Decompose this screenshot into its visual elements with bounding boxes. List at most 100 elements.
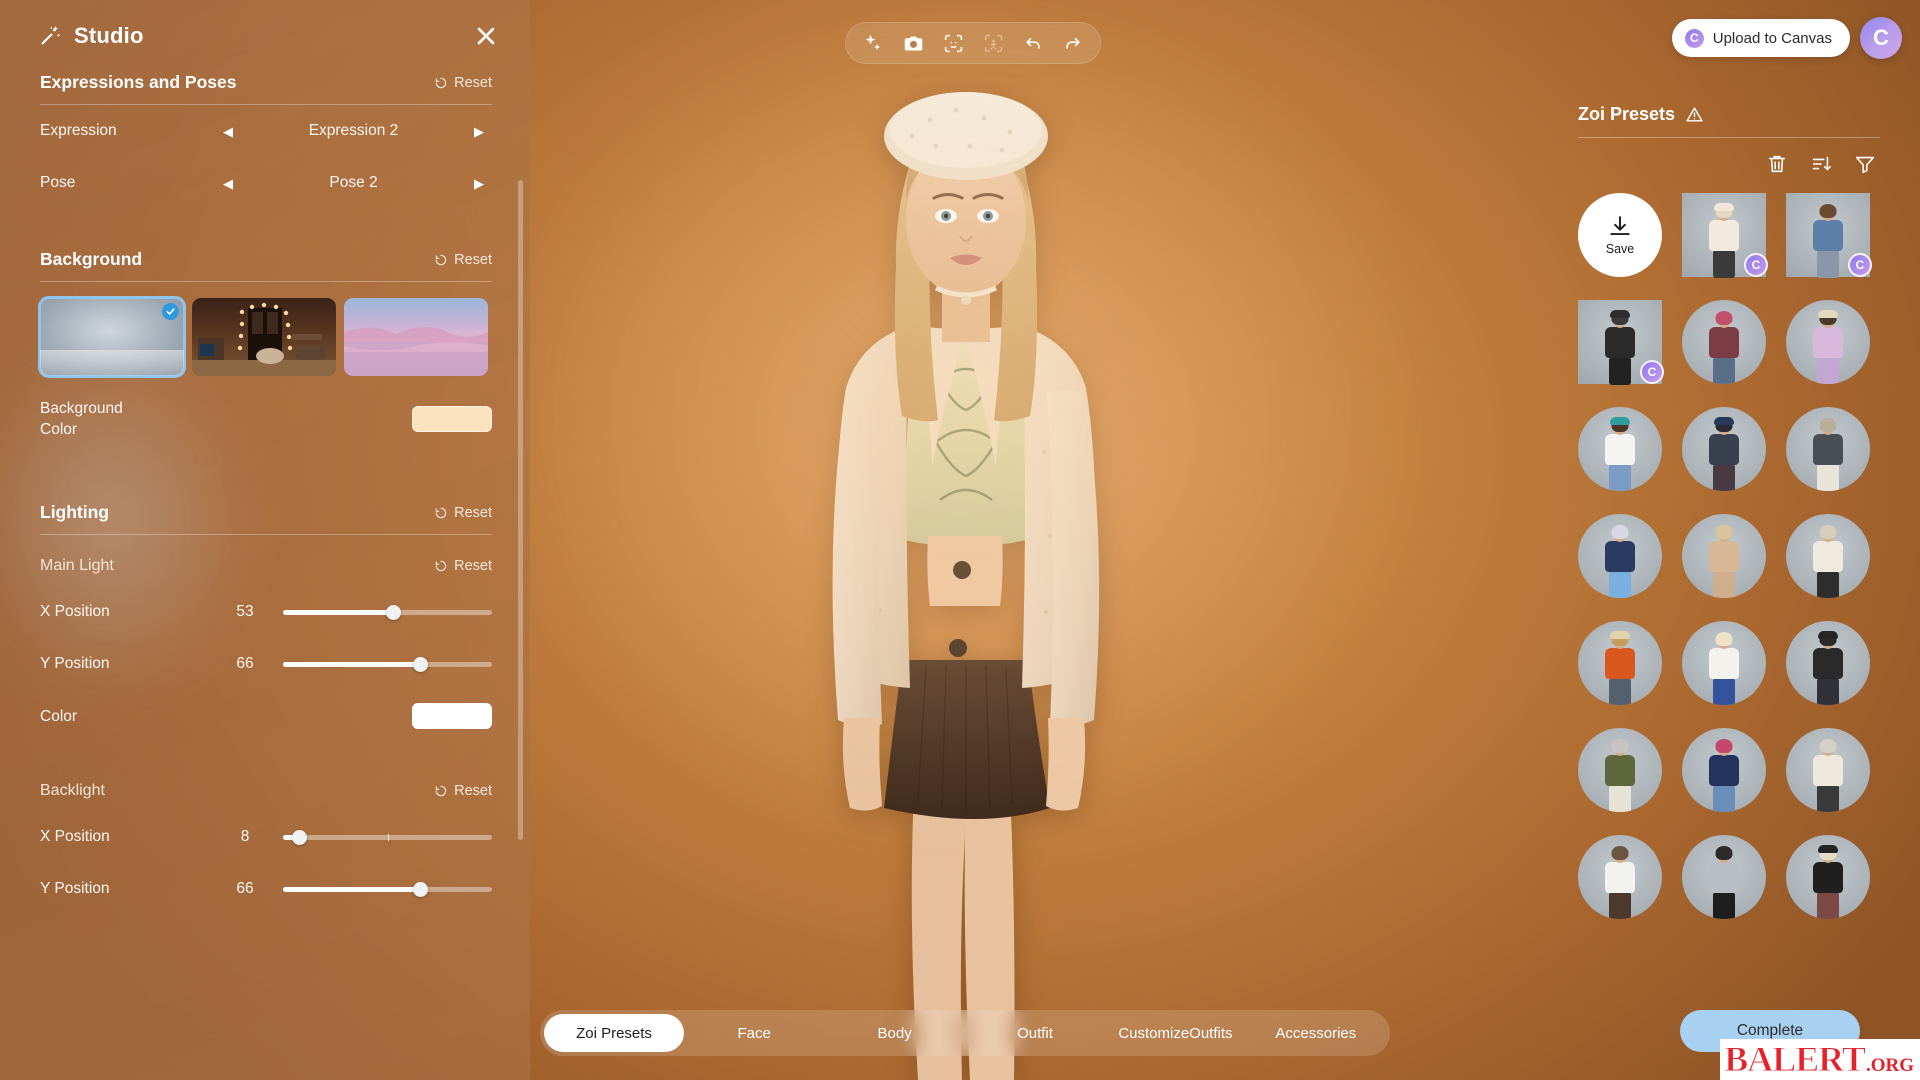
tab-outfit[interactable]: Outfit (965, 1014, 1105, 1052)
preset-white-cardigan-skirt[interactable] (1682, 621, 1766, 705)
tab-zoi-presets[interactable]: Zoi Presets (544, 1014, 684, 1052)
reset-backlight-button[interactable]: Reset (434, 783, 492, 799)
preset-black-top-cap[interactable] (1786, 835, 1870, 919)
complete-button[interactable]: Complete (1680, 1010, 1860, 1052)
expression-prev-button[interactable]: ◀ (215, 125, 241, 138)
background-color-swatch[interactable] (412, 406, 492, 432)
bottom-tab-bar: Zoi Presets Face Body Outfit Customize Outfit… (540, 1010, 1390, 1056)
upload-to-canvas-label: Upload to Canvas (1712, 29, 1832, 47)
preset-beige-knit-dress[interactable] (1682, 514, 1766, 598)
backlight-y-slider[interactable] (283, 881, 492, 897)
preset-blue-shorts-jacket[interactable] (1578, 514, 1662, 598)
save-preset-button[interactable]: Save (1578, 193, 1662, 277)
background-color-label: Background Color (40, 400, 123, 438)
section-lighting: Lighting Reset (40, 502, 492, 535)
main-light-x-slider-knob[interactable] (386, 604, 402, 620)
upload-to-canvas-button[interactable]: C Upload to Canvas (1671, 19, 1850, 57)
preset-figure (1593, 417, 1647, 491)
expression-label: Expression (40, 122, 117, 139)
preset-thumbnail (1682, 728, 1766, 812)
preset-silver-jacket-crop[interactable] (1682, 835, 1766, 919)
preset-white-tweed-beret[interactable]: C (1682, 193, 1768, 278)
tab-accessories[interactable]: Accessories (1246, 1014, 1386, 1052)
reset-icon (435, 785, 447, 797)
main-light-x-value: 53 (236, 603, 254, 620)
backlight-x-slider-knob[interactable] (292, 829, 308, 845)
canvas-badge-icon: C (1640, 360, 1664, 384)
preset-black-coat-beret[interactable] (1786, 621, 1870, 705)
preset-military-jacket[interactable] (1578, 728, 1662, 812)
tab-body[interactable]: Body (824, 1014, 964, 1052)
tab-customize-outfits[interactable]: Customize Outfits (1105, 1014, 1245, 1052)
close-icon[interactable] (472, 22, 500, 50)
preset-figure (1801, 739, 1855, 812)
tab-face[interactable]: Face (684, 1014, 824, 1052)
expression-row: Expression ◀ Expression 2 ▶ (40, 105, 492, 157)
section-title-background: Background (40, 249, 143, 269)
pose-value: Pose 2 (329, 174, 378, 191)
preset-thumbnail (1786, 514, 1870, 598)
preset-orange-shirt-hat[interactable] (1578, 621, 1662, 705)
main-light-color-swatch[interactable] (412, 703, 492, 729)
backlight-y-label: Y Position (40, 880, 110, 897)
undo-icon[interactable] (1020, 30, 1046, 56)
preset-varsity-windbreaker[interactable] (1682, 300, 1766, 384)
preset-thumbnail (1786, 193, 1870, 277)
preset-navy-hooded-coat[interactable] (1682, 407, 1766, 491)
subsection-title-backlight: Backlight (40, 782, 105, 799)
background-thumb-interior-room[interactable] (192, 298, 336, 376)
redo-icon[interactable] (1060, 30, 1086, 56)
preset-black-dress-cat-ears[interactable]: C (1578, 300, 1664, 385)
background-thumb-studio-backdrop[interactable] (38, 296, 186, 378)
trash-icon[interactable] (1766, 153, 1788, 175)
pose-next-button[interactable]: ▶ (466, 177, 492, 190)
preset-thumbnail (1578, 621, 1662, 705)
avatar-character[interactable] (640, 50, 1280, 1080)
preset-cream-sweatshirt[interactable] (1786, 728, 1870, 812)
face-scan-icon[interactable] (940, 30, 966, 56)
expression-next-button[interactable]: ▶ (466, 125, 492, 138)
reset-expressions-button[interactable]: Reset (434, 75, 492, 91)
preset-figure (1697, 311, 1751, 384)
main-light-color-row: Color (40, 690, 492, 742)
reset-expressions-label: Reset (454, 74, 492, 91)
preset-white-tee-bandana[interactable] (1578, 407, 1662, 491)
main-light-x-slider[interactable] (283, 604, 492, 620)
preset-thumbnail (1578, 514, 1662, 598)
download-icon (1610, 216, 1630, 236)
reset-main-light-button[interactable]: Reset (434, 558, 492, 574)
filter-icon[interactable] (1854, 153, 1876, 175)
sparkle-icon[interactable] (860, 30, 886, 56)
preset-figure (1801, 204, 1855, 278)
preset-figure (1593, 846, 1647, 919)
studio-panel-scrollbar[interactable] (518, 180, 523, 840)
reset-lighting-button[interactable]: Reset (434, 505, 492, 521)
pose-prev-button[interactable]: ◀ (215, 177, 241, 190)
preset-white-tee-brown-skirt[interactable] (1578, 835, 1662, 919)
preset-denim-jacket-curly[interactable]: C (1786, 193, 1872, 278)
background-thumbnail-list (38, 296, 492, 378)
preset-navy-varsity-pink[interactable] (1682, 728, 1766, 812)
preset-white-stripe-shirt[interactable] (1786, 514, 1870, 598)
preset-thumbnail (1786, 728, 1870, 812)
profile-avatar[interactable]: C (1860, 17, 1902, 59)
body-scan-icon[interactable] (980, 30, 1006, 56)
presets-title: Zoi Presets (1578, 104, 1676, 124)
main-light-y-slider-knob[interactable] (413, 656, 429, 672)
reset-background-button[interactable]: Reset (434, 252, 492, 268)
presets-header: Zoi Presets (1560, 0, 1880, 137)
backlight-x-slider[interactable] (283, 829, 492, 845)
page-title: Studio (74, 23, 144, 48)
backlight-y-slider-knob[interactable] (413, 881, 429, 897)
canvas-badge-icon: C (1848, 253, 1872, 277)
background-thumb-sunset-ocean[interactable] (344, 298, 488, 376)
warning-triangle-icon[interactable] (1685, 105, 1704, 124)
stage-toolbar[interactable] (845, 22, 1101, 64)
preset-pastel-sundress[interactable] (1786, 300, 1870, 384)
sort-icon[interactable] (1810, 153, 1832, 175)
preset-grey-bomber[interactable] (1786, 407, 1870, 491)
camera-icon[interactable] (900, 30, 926, 56)
subsection-main-light: Main Light Reset (40, 557, 492, 586)
main-light-y-slider[interactable] (283, 656, 492, 672)
subsection-title-main-light: Main Light (40, 557, 114, 574)
